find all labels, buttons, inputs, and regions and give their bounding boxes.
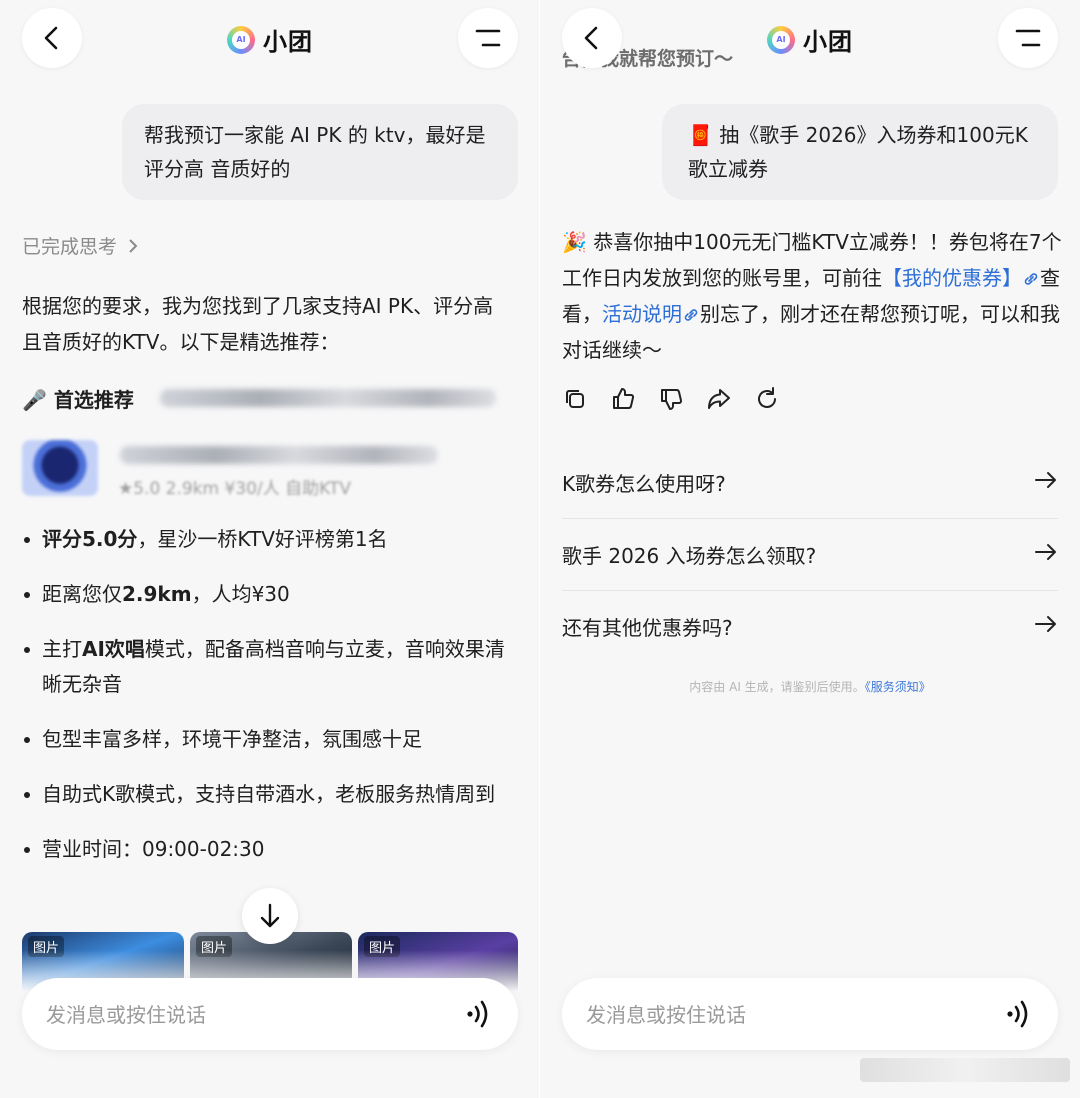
message-actions (562, 386, 780, 412)
thinking-label: 已完成思考 (22, 236, 118, 258)
feature-pre-text: 主打 (42, 637, 82, 661)
share-icon (708, 389, 730, 409)
feature-bold-text: AI欢唱 (82, 637, 145, 661)
menu-button[interactable] (998, 8, 1058, 68)
feature-bold-text: 2.9km (122, 582, 192, 606)
user-message-bubble: 帮我预订一家能 AI PK 的 ktv，最好是评分高 音质好的 (122, 104, 518, 200)
shop-meta: ★5.0 2.9km ¥30/人 自助KTV (118, 479, 351, 499)
link-icon (1024, 273, 1038, 285)
blurred-shop-title (120, 446, 438, 464)
regenerate-button[interactable] (754, 386, 780, 412)
suggestion-label: K歌券怎么使用呀? (562, 472, 726, 496)
copy-icon (566, 390, 584, 408)
arrow-right-icon (1035, 472, 1056, 488)
scroll-down-icon (260, 903, 280, 928)
feature-post-text: 包型丰富多样，环境干净整洁，氛围感十足 (42, 727, 422, 751)
feature-item: 营业时间：09:00-02:30 (22, 832, 522, 867)
message-input-bar[interactable] (562, 978, 1058, 1050)
refresh-icon (758, 387, 776, 408)
arrow-right-icon (1035, 544, 1056, 560)
my-coupons-link[interactable]: 【我的优惠券】 (882, 266, 1022, 290)
user-message-bubble: 🧧 抽《歌手 2026》入场券和100元K歌立减券 (662, 104, 1058, 200)
feature-post-text: ，星沙一桥KTV好评榜第1名 (137, 527, 388, 551)
link-icon (684, 309, 698, 321)
menu-icon (1015, 29, 1041, 47)
like-button[interactable] (610, 386, 636, 412)
thinking-toggle[interactable]: 已完成思考 (22, 232, 139, 259)
user-message-text: 帮我预订一家能 AI PK 的 ktv，最好是评分高 音质好的 (144, 123, 486, 181)
feature-item: 主打AI欢唱模式，配备高档音响与立麦，音响效果清晰无杂音 (22, 632, 522, 702)
service-terms-link[interactable]: 《服务须知》 (865, 680, 931, 694)
feature-item: 距离您仅2.9km，人均¥30 (22, 577, 522, 612)
top-pick-label: 🎤 首选推荐 (22, 388, 134, 412)
message-input[interactable] (584, 996, 968, 1034)
blurred-shop-name (160, 389, 496, 407)
feature-bold-text: 评分5.0分 (42, 527, 138, 551)
feature-pre-text: 距离您仅 (42, 582, 122, 606)
scroll-down-button[interactable] (242, 888, 298, 944)
app-logo-icon: AI (767, 25, 795, 54)
disclaimer-text: 内容由 AI 生成，请鉴别后使用。 (689, 680, 865, 694)
page-title: 小团 (263, 28, 313, 56)
copy-button[interactable] (562, 386, 588, 412)
feature-post-text: ，人均¥30 (191, 582, 290, 606)
activity-rules-link[interactable]: 活动说明 (602, 302, 682, 326)
message-input[interactable] (44, 996, 428, 1034)
feature-post-text: 自助式K歌模式，支持自带酒水，老板服务热情周到 (42, 782, 496, 806)
dislike-button[interactable] (658, 386, 684, 412)
feature-item: 自助式K歌模式，支持自带酒水，老板服务热情周到 (22, 777, 522, 812)
arrow-right-icon (1035, 616, 1056, 632)
user-message-text: 🧧 抽《歌手 2026》入场券和100元K歌立减券 (688, 123, 1028, 181)
menu-button[interactable] (458, 8, 518, 68)
share-button[interactable] (706, 386, 732, 412)
feature-post-text: 营业时间：09:00-02:30 (42, 837, 265, 861)
party-popper-icon: 🎉 (562, 230, 587, 254)
voice-icon[interactable] (462, 998, 492, 1030)
suggestion-item[interactable]: 还有其他优惠券吗? (562, 590, 1058, 662)
app-logo-icon: AI (227, 25, 255, 54)
shop-card[interactable]: ★5.0 2.9km ¥30/人 自助KTV (22, 440, 512, 500)
menu-icon (475, 29, 501, 47)
assistant-reply: 🎉 恭喜你抽中100元无门槛KTV立减券！！券包将在7个工作日内发放到您的账号里… (562, 224, 1062, 368)
ai-disclaimer: 内容由 AI 生成，请鉴别后使用。《服务须知》 (540, 678, 1080, 695)
message-input-bar[interactable] (22, 978, 518, 1050)
left-chat-panel: AI 小团 帮我预订一家能 AI PK 的 ktv，最好是评分高 音质好的 已完… (0, 0, 540, 1098)
chevron-right-icon (129, 239, 138, 253)
suggestion-item[interactable]: K歌券怎么使用呀? (562, 446, 1058, 519)
watermark (860, 1058, 1070, 1082)
thumbs-down-icon (661, 389, 683, 410)
assistant-intro-text: 根据您的要求，我为您找到了几家支持AI PK、评分高且音质好的KTV。以下是精选… (22, 294, 494, 354)
suggestion-label: 还有其他优惠券吗? (562, 616, 733, 640)
right-chat-panel: 告，我就帮您预订～ AI 小团 🧧 抽《歌手 2026》入场券和100元K歌立减… (540, 0, 1080, 1098)
voice-icon[interactable] (1002, 998, 1032, 1030)
suggestion-label: 歌手 2026 入场券怎么领取? (562, 544, 817, 568)
shop-thumbnail (22, 440, 98, 496)
feature-item: 评分5.0分，星沙一桥KTV好评榜第1名 (22, 522, 522, 557)
suggestion-item[interactable]: 歌手 2026 入场券怎么领取? (562, 518, 1058, 591)
feature-item: 包型丰富多样，环境干净整洁，氛围感十足 (22, 722, 522, 757)
feature-list: 评分5.0分，星沙一桥KTV好评榜第1名 距离您仅2.9km，人均¥30 主打AI欢… (22, 522, 522, 887)
thumbs-up-icon (613, 388, 635, 409)
page-title: 小团 (803, 28, 853, 56)
